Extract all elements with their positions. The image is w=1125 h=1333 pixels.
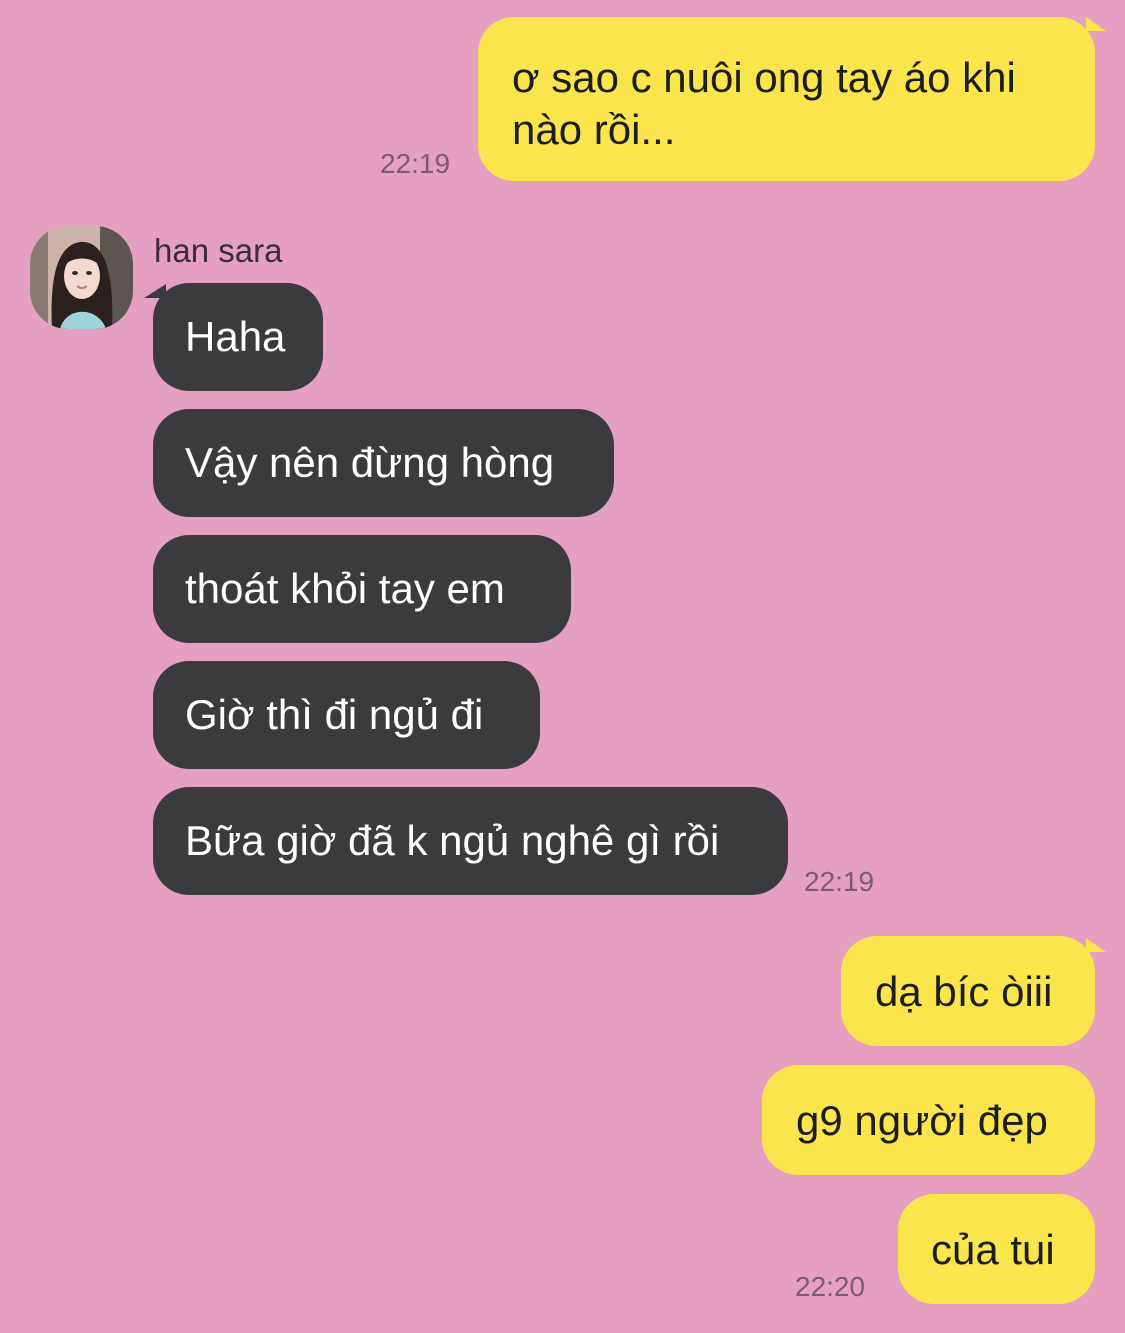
bubble-tail (1086, 17, 1106, 31)
outgoing-message[interactable]: ơ sao c nuôi ong tay áo khi nào rồi... (478, 17, 1095, 181)
incoming-message[interactable]: Bữa giờ đã k ngủ nghê gì rồi (153, 787, 788, 895)
chat-area[interactable]: ơ sao c nuôi ong tay áo khi nào rồi... 2… (0, 0, 1125, 1333)
profile-photo-icon (30, 226, 133, 329)
outgoing-message[interactable]: dạ bíc òiii (841, 936, 1095, 1046)
outgoing-message[interactable]: của tui (898, 1194, 1095, 1304)
incoming-message[interactable]: Vậy nên đừng hòng (153, 409, 614, 517)
message-time: 22:20 (795, 1271, 866, 1302)
bubble-tail (1086, 938, 1106, 952)
message-time: 22:19 (380, 148, 451, 179)
contact-avatar[interactable] (30, 226, 133, 329)
incoming-message[interactable]: thoát khỏi tay em (153, 535, 571, 643)
incoming-message[interactable]: Giờ thì đi ngủ đi (153, 661, 540, 769)
outgoing-message[interactable]: g9 người đẹp (762, 1065, 1095, 1175)
sender-name: han sara (154, 232, 283, 269)
message-time: 22:19 (804, 866, 875, 897)
incoming-message[interactable]: Haha (153, 283, 323, 391)
